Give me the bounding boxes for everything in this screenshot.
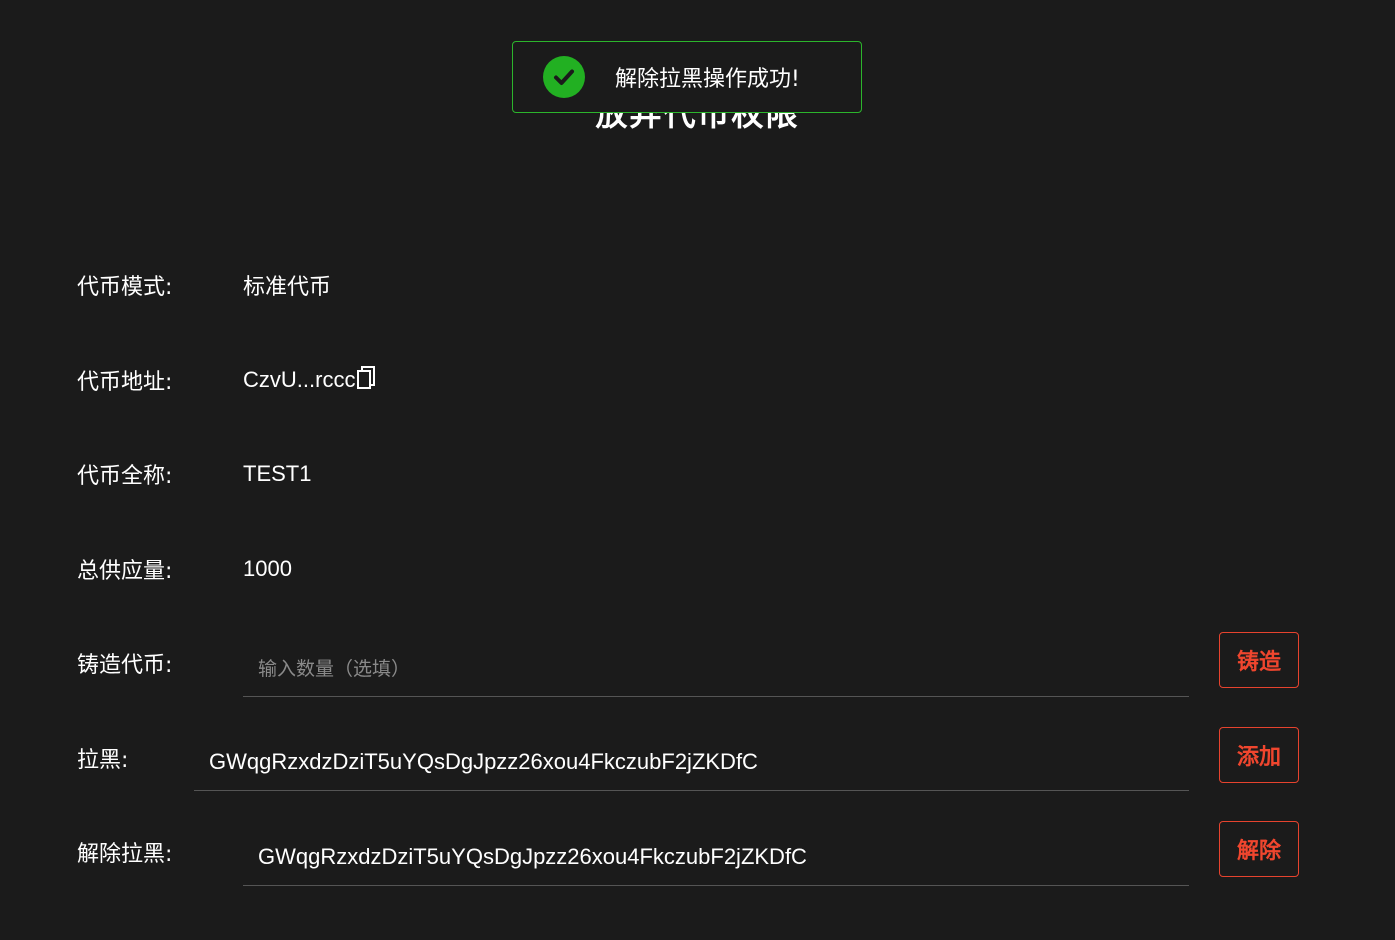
- blacklist-label: 拉黑:: [77, 748, 129, 773]
- mint-button[interactable]: 铸造: [1219, 632, 1299, 688]
- token-address-value-group: CzvU...rccc: [243, 365, 376, 395]
- mint-amount-field: [243, 639, 1189, 697]
- token-address-label: 代币地址:: [77, 370, 173, 395]
- token-name-label: 代币全称:: [77, 464, 173, 489]
- copy-icon[interactable]: [356, 365, 376, 395]
- token-mode-label: 代币模式:: [77, 275, 173, 300]
- mint-amount-input[interactable]: [243, 654, 1189, 681]
- mint-row: 铸造代币:: [77, 643, 172, 683]
- blacklist-row: 拉黑:: [77, 738, 128, 778]
- total-supply-label: 总供应量:: [77, 559, 173, 584]
- token-address-row: 代币地址: CzvU...rccc: [77, 360, 376, 400]
- blacklist-address-input[interactable]: [194, 748, 1189, 775]
- token-name-value: TEST1: [243, 461, 312, 486]
- unblacklist-label: 解除拉黑:: [77, 842, 173, 867]
- token-mode-value: 标准代币: [243, 275, 332, 300]
- total-supply-row: 总供应量: 1000: [77, 549, 292, 589]
- toast-message: 解除拉黑操作成功!: [615, 67, 800, 92]
- total-supply-value: 1000: [243, 556, 292, 581]
- unblacklist-address-field: [243, 828, 1189, 886]
- token-mode-row: 代币模式: 标准代币: [77, 265, 331, 305]
- token-address-value: CzvU...rccc: [243, 367, 356, 392]
- token-permissions-page: 放弃代币权限 解除拉黑操作成功! 代币模式: 标准代币 代币地址: CzvU..…: [0, 0, 1395, 940]
- mint-label: 铸造代币:: [77, 653, 173, 678]
- check-circle-icon: [543, 56, 585, 98]
- success-toast: 解除拉黑操作成功!: [512, 41, 862, 113]
- token-name-row: 代币全称: TEST1: [77, 454, 311, 494]
- add-blacklist-button[interactable]: 添加: [1219, 727, 1299, 783]
- remove-blacklist-button[interactable]: 解除: [1219, 821, 1299, 877]
- unblacklist-row: 解除拉黑:: [77, 832, 172, 872]
- unblacklist-address-input[interactable]: [243, 843, 1189, 870]
- blacklist-address-field: [194, 733, 1189, 791]
